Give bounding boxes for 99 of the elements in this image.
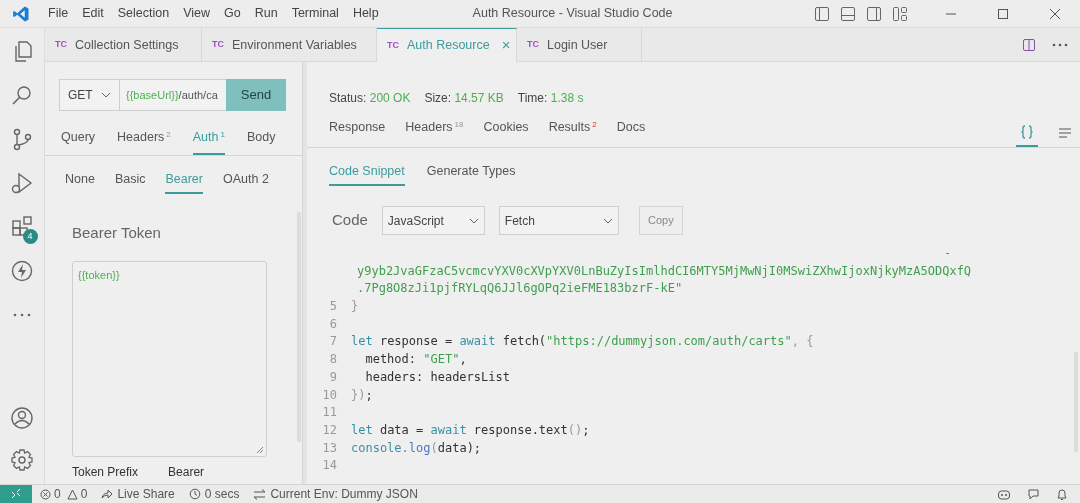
- line-number: 9: [328, 368, 337, 386]
- extensions-icon[interactable]: [10, 215, 34, 239]
- menu-item[interactable]: Terminal: [285, 4, 345, 23]
- split-editor-icon[interactable]: [1022, 37, 1036, 52]
- swap-icon: [253, 488, 267, 500]
- code-view-tab[interactable]: [1016, 125, 1038, 147]
- window-title: Auth Resource - Visual Studio Code: [472, 5, 673, 23]
- tab[interactable]: Docs: [616, 118, 646, 147]
- file-type-label: TC: [55, 38, 67, 52]
- warning-count[interactable]: 0: [80, 485, 88, 503]
- send-button[interactable]: Send: [226, 79, 286, 111]
- copilot-icon[interactable]: [997, 487, 1011, 501]
- status-value: 200 OK: [369, 91, 411, 105]
- account-icon[interactable]: [10, 406, 34, 430]
- resize-handle-icon[interactable]: [256, 445, 264, 454]
- client-select[interactable]: Fetch: [498, 206, 619, 235]
- code-line: let data = await response.text();: [351, 421, 590, 439]
- notification-badge: 4: [22, 229, 38, 244]
- language-select[interactable]: JavaScript: [381, 206, 485, 235]
- bell-icon[interactable]: [1056, 487, 1068, 501]
- layout-panel-icon[interactable]: [840, 5, 856, 22]
- lightning-icon[interactable]: [10, 259, 34, 283]
- chevron-down-icon: [101, 92, 111, 98]
- live-share-button[interactable]: Live Share: [117, 485, 175, 503]
- menu-item[interactable]: View: [177, 4, 216, 23]
- tab[interactable]: Headers $^{18}$: [405, 118, 464, 147]
- token-prefix-label: Token Prefix: [72, 463, 139, 481]
- method-select[interactable]: GET: [59, 79, 120, 111]
- code-line: }: [351, 298, 359, 316]
- search-icon[interactable]: [10, 83, 34, 107]
- menu-item[interactable]: Selection: [111, 4, 176, 23]
- line-number: 5: [328, 298, 337, 316]
- menu-item[interactable]: Help: [346, 4, 385, 23]
- feedback-icon[interactable]: [1027, 487, 1040, 501]
- tab[interactable]: Basic: [114, 170, 146, 194]
- history-icon: [188, 488, 201, 500]
- tab[interactable]: Results $^{2}$: [548, 118, 597, 147]
- line-number: 8: [328, 351, 337, 369]
- tab[interactable]: None: [65, 170, 95, 194]
- line-number: 12: [321, 421, 337, 439]
- layout-sidebar-icon[interactable]: [814, 5, 830, 22]
- line-number: 13: [321, 439, 337, 457]
- code-line: y9yb2JvaGFzaC5vcmcvYXV0cXVpYXV0LnBuZyIsImlhdCI6MTY5MjMwNjI0MSwiZXhwIjoxNjkyMzA5ODQxfQ: [357, 262, 972, 280]
- tab[interactable]: OAuth 2: [223, 170, 269, 194]
- warning-icon: [66, 488, 78, 500]
- file-type-label: TC: [527, 38, 539, 52]
- line-number: 11: [321, 404, 337, 422]
- error-icon: [40, 488, 51, 500]
- code-line: headers: headersList: [364, 368, 510, 386]
- code-line: method: "GET",: [364, 351, 467, 369]
- braces-icon: [1020, 125, 1034, 139]
- tab[interactable]: Response: [329, 118, 386, 147]
- remote-icon: [11, 489, 21, 499]
- close-icon[interactable]: [1048, 6, 1062, 21]
- app-logo-icon[interactable]: [12, 4, 30, 23]
- code-line: });: [351, 386, 373, 404]
- editor-tab[interactable]: TC Auth Resource ×: [377, 28, 517, 62]
- customize-layout-icon[interactable]: [892, 5, 908, 22]
- size-label: Size:: [424, 91, 452, 105]
- menu-item[interactable]: Edit: [76, 4, 110, 23]
- menu-item[interactable]: Go: [218, 4, 247, 23]
- tab[interactable]: Generate Types: [426, 162, 516, 186]
- tab[interactable]: Headers $^{2}$: [117, 128, 171, 155]
- tab[interactable]: Cookies: [483, 118, 529, 147]
- size-value: 14.57 KB: [454, 91, 504, 105]
- environment-status[interactable]: Current Env: Dummy JSON: [270, 485, 418, 503]
- token-label: Bearer Token: [72, 223, 162, 243]
- chevron-down-icon: [602, 217, 613, 224]
- tab[interactable]: Query: [61, 128, 96, 155]
- line-number: 6: [328, 315, 337, 333]
- file-type-label: TC: [387, 38, 399, 52]
- file-type-label: TC: [212, 38, 224, 52]
- token-prefix-value: Bearer: [168, 463, 205, 481]
- maximize-icon[interactable]: [996, 6, 1010, 21]
- editor-tab[interactable]: TC Collection Settings: [45, 28, 202, 62]
- settings-icon[interactable]: [10, 448, 34, 472]
- layout-secondary-sidebar-icon[interactable]: [866, 5, 882, 22]
- status-label: Status:: [329, 91, 367, 105]
- chevron-down-icon: [468, 217, 479, 224]
- line-number: 7: [328, 333, 337, 351]
- code-line: console.log(data);: [351, 439, 482, 457]
- time-value: 1.38 s: [550, 91, 584, 105]
- code-label: Code: [332, 210, 368, 231]
- more-actions-icon[interactable]: [1052, 42, 1068, 47]
- error-count[interactable]: 0: [54, 485, 61, 503]
- run-debug-icon[interactable]: [10, 171, 34, 195]
- line-number: 10: [321, 386, 337, 404]
- timer-status[interactable]: 0 secs: [204, 485, 240, 503]
- code-line: -: [944, 245, 952, 262]
- line-number: 14: [321, 457, 337, 475]
- menu-item[interactable]: File: [42, 4, 75, 23]
- live-share-icon: [101, 488, 114, 500]
- code-line: .7Pg8O8zJi1pjfRYLqQ6JJl6gOPq2ieFME183bzrF-kE": [357, 280, 683, 298]
- url-field[interactable]: {{baseUrl}}/auth/ca: [120, 79, 226, 111]
- time-label: Time:: [517, 91, 548, 105]
- menu-item[interactable]: Run: [248, 4, 284, 23]
- tab[interactable]: Body: [246, 128, 276, 155]
- editor-tab[interactable]: TC Login User: [517, 28, 642, 62]
- code-line: let response = await fetch("https://dummyjson.com/auth/carts", {: [351, 333, 814, 351]
